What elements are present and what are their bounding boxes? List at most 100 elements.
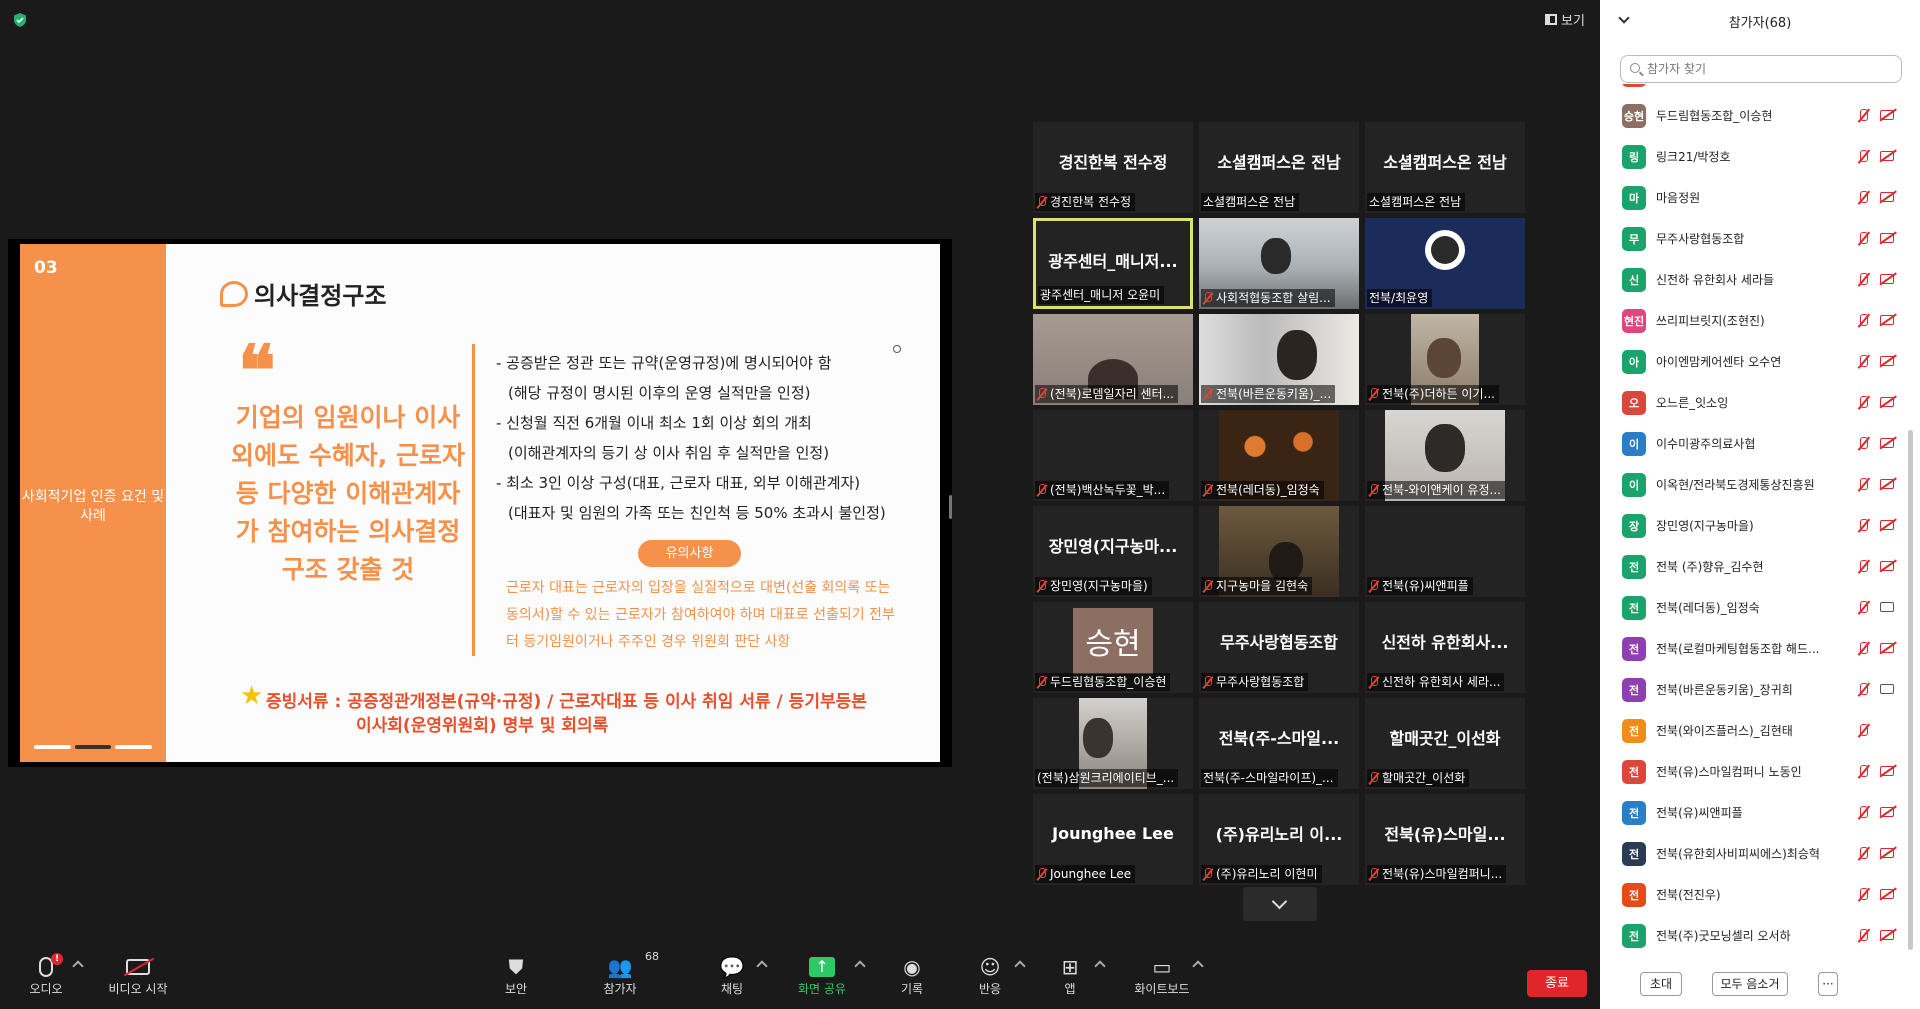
video-tile-active-speaker[interactable]: 광주센터_매니저... 광주센터_매니저 오윤미 xyxy=(1033,218,1193,309)
video-tile[interactable]: 지구농마을 김현숙 xyxy=(1199,506,1359,597)
muted-mic-icon[interactable] xyxy=(1858,765,1868,779)
participant-row[interactable]: 전 전북(로컬마케팅협동조합 해드... xyxy=(1600,628,1905,669)
video-tile[interactable]: Jounghee Lee Jounghee Lee xyxy=(1033,794,1193,885)
video-on-icon[interactable] xyxy=(1880,602,1894,612)
participant-row[interactable]: 마 마음정원 xyxy=(1600,177,1905,218)
muted-mic-icon[interactable] xyxy=(1858,478,1868,492)
video-tile[interactable]: 전북-와이앤케이 유정... xyxy=(1365,410,1525,501)
muted-mic-icon[interactable] xyxy=(1858,314,1868,328)
video-off-icon[interactable] xyxy=(1880,110,1894,120)
muted-mic-icon[interactable] xyxy=(1858,724,1868,738)
search-input[interactable] xyxy=(1647,60,1897,78)
mute-all-button[interactable]: 모두 음소거 xyxy=(1712,972,1788,996)
video-off-icon[interactable] xyxy=(1880,356,1894,366)
video-on-icon[interactable] xyxy=(1880,684,1894,694)
video-off-icon[interactable] xyxy=(1880,192,1894,202)
muted-mic-icon[interactable] xyxy=(1858,437,1868,451)
video-tile[interactable]: (전북)백산녹두꽃_박... xyxy=(1033,410,1193,501)
share-screen-button[interactable]: ↑ 화면 공유 xyxy=(782,954,862,997)
shield-icon[interactable] xyxy=(12,12,28,28)
invite-button[interactable]: 초대 xyxy=(1640,972,1682,996)
participant-scrollbar[interactable] xyxy=(1908,430,1913,950)
video-tile[interactable]: 전북(레더동)_임정숙 xyxy=(1199,410,1359,501)
participant-row[interactable]: 무 무주사랑협동조합 xyxy=(1600,218,1905,259)
video-off-icon[interactable] xyxy=(1880,643,1894,653)
participant-row[interactable]: 승현 두드림협동조합_이승현 xyxy=(1600,95,1905,136)
video-off-icon[interactable] xyxy=(1880,520,1894,530)
video-tile[interactable]: (전북)삼원크리에이티브_... xyxy=(1033,698,1193,789)
muted-mic-icon[interactable] xyxy=(1858,273,1868,287)
video-off-icon[interactable] xyxy=(1880,930,1894,940)
audio-button[interactable]: ! 오디오 xyxy=(6,953,86,997)
video-tile[interactable]: 무주사랑협동조합 무주사랑협동조합 xyxy=(1199,602,1359,693)
video-off-icon[interactable] xyxy=(1880,397,1894,407)
shared-screen[interactable]: 03 사회적기업 인증 요건 및 사례 의사결정구조 ❝ 기업의 임원이나 이사… xyxy=(8,239,952,767)
video-off-icon[interactable] xyxy=(1880,274,1894,284)
video-off-icon[interactable] xyxy=(1880,848,1894,858)
more-options-button[interactable]: ··· xyxy=(1818,972,1838,996)
video-tile[interactable]: 전북(주)더하든 이기... xyxy=(1365,314,1525,405)
participant-row[interactable]: 전 전북(유)씨앤피플 xyxy=(1600,792,1905,833)
whiteboard-button[interactable]: ▭ 화이트보드 xyxy=(1122,954,1202,997)
video-off-icon[interactable] xyxy=(1880,889,1894,899)
video-tile[interactable]: 전북(바른운동키움)_... xyxy=(1199,314,1359,405)
video-tile[interactable]: (전북)로뎀일자리 센터... xyxy=(1033,314,1193,405)
video-tile[interactable]: 전북(유)씨앤피플 xyxy=(1365,506,1525,597)
participant-row[interactable]: 전 전북(바른운동키움)_장귀희 xyxy=(1600,669,1905,710)
muted-mic-icon[interactable] xyxy=(1858,642,1868,656)
muted-mic-icon[interactable] xyxy=(1858,929,1868,943)
video-off-icon[interactable] xyxy=(1880,807,1894,817)
participant-row[interactable]: 신 신전하 유한회사 세라들 xyxy=(1600,259,1905,300)
video-tile[interactable]: 소셜캠퍼스온 전남 소셜캠퍼스온 전남 xyxy=(1199,122,1359,213)
video-off-icon[interactable] xyxy=(1880,233,1894,243)
video-off-icon[interactable] xyxy=(1880,479,1894,489)
video-tile[interactable]: 장민영(지구농마... 장민영(지구농마을) xyxy=(1033,506,1193,597)
muted-mic-icon[interactable] xyxy=(1858,191,1868,205)
muted-mic-icon[interactable] xyxy=(1858,519,1868,533)
participant-row[interactable]: 전 전북 (주)향유_김수현 xyxy=(1600,546,1905,587)
video-tile[interactable]: 승현 두드림협동조합_이승현 xyxy=(1033,602,1193,693)
video-tile[interactable]: 전북(유)스마일... 전북(유)스마일컴퍼니... xyxy=(1365,794,1525,885)
participant-search[interactable] xyxy=(1620,55,1902,83)
muted-mic-icon[interactable] xyxy=(1858,109,1868,123)
participant-row[interactable]: 현진 쓰리피브릿지(조현진) xyxy=(1600,300,1905,341)
participant-row[interactable]: 전 전북(전진우) xyxy=(1600,874,1905,915)
muted-mic-icon[interactable] xyxy=(1858,683,1868,697)
video-off-icon[interactable] xyxy=(1880,561,1894,571)
record-button[interactable]: ◉ 기록 xyxy=(872,954,952,997)
participant-row[interactable]: 전 전북(유)스마일컴퍼니 노동인 xyxy=(1600,751,1905,792)
video-off-icon[interactable] xyxy=(1880,766,1894,776)
video-tile[interactable]: 할매곳간_이선화 할매곳간_이선화 xyxy=(1365,698,1525,789)
video-tile[interactable]: (주)유리노리 이... (주)유리노리 이현미 xyxy=(1199,794,1359,885)
video-tile[interactable]: 신전하 유한회사... 신전하 유한회사 세라... xyxy=(1365,602,1525,693)
participant-row[interactable]: 전 전북(주)굿모닝셀리 오서하 xyxy=(1600,915,1905,956)
video-off-icon[interactable] xyxy=(1880,315,1894,325)
muted-mic-icon[interactable] xyxy=(1858,888,1868,902)
muted-mic-icon[interactable] xyxy=(1858,560,1868,574)
participant-row[interactable]: 오 오느른_잇소잉 xyxy=(1600,382,1905,423)
participant-row[interactable]: 전 전북(와이즈플러스)_김현태 xyxy=(1600,710,1905,751)
gallery-next-page-button[interactable] xyxy=(1243,887,1317,921)
muted-mic-icon[interactable] xyxy=(1858,847,1868,861)
participant-row[interactable]: 이 이수미광주의료사협 xyxy=(1600,423,1905,464)
participant-row[interactable]: 링 링크21/박정호 xyxy=(1600,136,1905,177)
view-button[interactable]: 보기 xyxy=(1545,10,1585,29)
video-tile[interactable]: 소셜캠퍼스온 전남 소셜캠퍼스온 전남 xyxy=(1365,122,1525,213)
muted-mic-icon[interactable] xyxy=(1858,355,1868,369)
video-tile[interactable]: 전북(주-스마일... 전북(주-스마일라이프)_... xyxy=(1199,698,1359,789)
participant-row[interactable]: 이 이옥현/전라북도경제통상진흥원 xyxy=(1600,464,1905,505)
muted-mic-icon[interactable] xyxy=(1858,150,1868,164)
muted-mic-icon[interactable] xyxy=(1858,601,1868,615)
security-button[interactable]: ⛊ 보안 xyxy=(476,954,556,997)
participant-row[interactable]: 장 장민영(지구농마을) xyxy=(1600,505,1905,546)
end-meeting-button[interactable]: 종료 xyxy=(1527,970,1587,997)
video-off-icon[interactable] xyxy=(1880,151,1894,161)
participant-row[interactable]: 광광주700 김수민 xyxy=(1600,84,1905,95)
muted-mic-icon[interactable] xyxy=(1858,232,1868,246)
muted-mic-icon[interactable] xyxy=(1858,806,1868,820)
muted-mic-icon[interactable] xyxy=(1858,396,1868,410)
video-tile[interactable]: 경진한복 전수정 경진한복 전수정 xyxy=(1033,122,1193,213)
video-tile[interactable]: 사회적협동조합 살림... xyxy=(1199,218,1359,309)
video-button[interactable]: 비디오 시작 xyxy=(98,954,178,997)
video-off-icon[interactable] xyxy=(1880,438,1894,448)
